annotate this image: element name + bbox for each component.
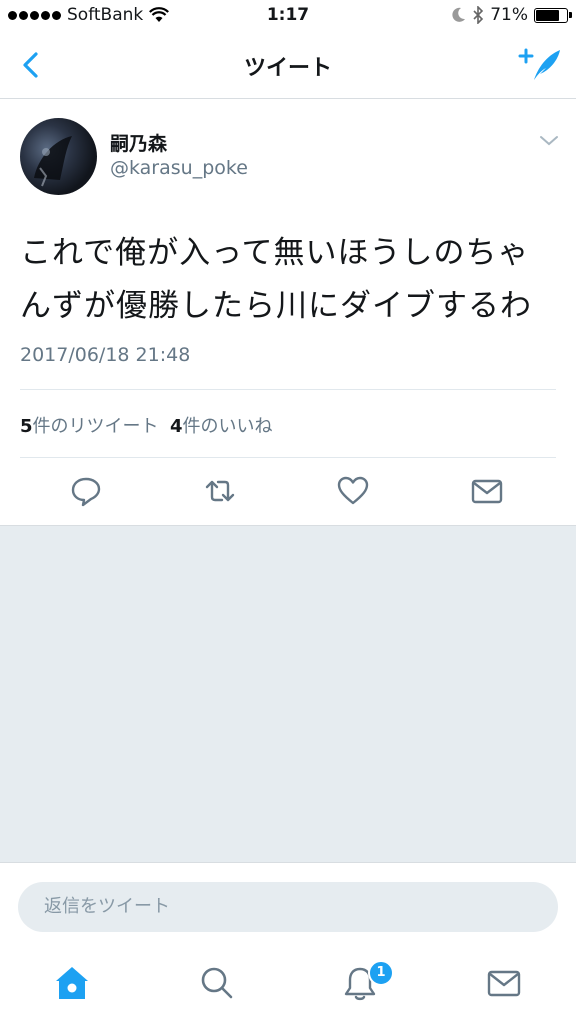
reply-input[interactable]: 返信をツイート (18, 882, 558, 932)
page-title: ツイート (243, 56, 332, 81)
engagement-counts: 5件のリツイート 4件のいいね (20, 412, 273, 438)
author-name[interactable]: 嗣乃森 (110, 129, 167, 156)
battery-icon (534, 7, 572, 23)
chevron-down-icon[interactable] (536, 133, 562, 149)
tweet-detail: 嗣乃森 @karasu_poke これで俺が入って無いほうしのちゃんずが優勝した… (0, 99, 576, 526)
home-icon[interactable] (52, 963, 92, 1003)
tweet-timestamp: 2017/06/18 21:48 (20, 344, 191, 366)
messages-envelope-icon[interactable] (484, 963, 524, 1003)
search-icon[interactable] (196, 963, 236, 1003)
retweet-stat[interactable]: 5件のリツイート (20, 416, 159, 437)
moon-icon (452, 7, 466, 22)
nav-bar: ツイート (0, 32, 576, 99)
retweet-label: 件のリツイート (32, 416, 159, 437)
retweet-count: 5 (20, 416, 33, 437)
direct-message-icon[interactable] (469, 473, 505, 509)
divider (20, 389, 556, 390)
like-label: 件のいいね (182, 416, 273, 437)
battery-percent: 71% (490, 5, 528, 25)
retweet-icon[interactable] (202, 473, 238, 509)
divider (20, 457, 556, 458)
status-bar: SoftBank 1:17 71% (0, 0, 576, 32)
bluetooth-icon (473, 6, 484, 24)
reply-icon[interactable] (68, 473, 104, 509)
tweet-text: これで俺が入って無いほうしのちゃんずが優勝したら川にダイブするわ (20, 235, 532, 324)
like-count: 4 (169, 416, 183, 437)
bottom-area: 返信をツイート 1 (0, 862, 576, 1025)
author-handle[interactable]: @karasu_poke (110, 157, 248, 179)
compose-tweet-icon[interactable] (518, 44, 562, 84)
notification-badge: 1 (368, 960, 394, 986)
avatar-image (34, 136, 72, 187)
like-heart-icon[interactable] (335, 473, 371, 509)
avatar[interactable] (20, 118, 97, 195)
like-stat[interactable]: 4件のいいね (170, 416, 273, 437)
